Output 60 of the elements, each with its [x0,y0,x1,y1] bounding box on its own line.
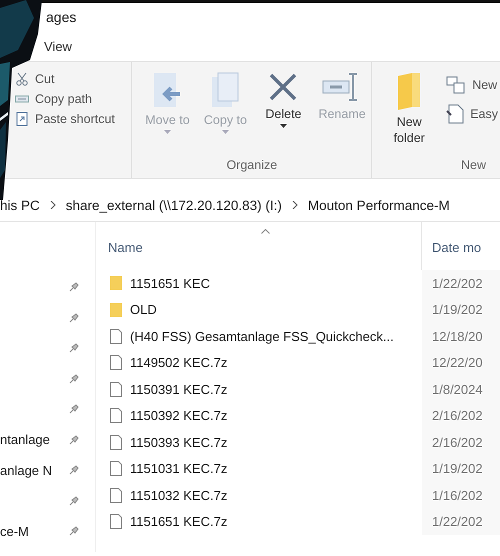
group-label: Organize [225,158,278,172]
sidebar-item[interactable]: ce-M [0,524,29,539]
chevron-icon [292,201,298,209]
ribbon-button[interactable]: Paste shortcut [13,112,132,126]
ribbon-button[interactable]: Cut [13,72,132,86]
chevron-icon [50,201,56,209]
window-title: ages [46,9,76,25]
folder-icon [110,276,122,290]
column-header[interactable]: Date mo [432,240,482,255]
date-cell: 1/22/202 [432,514,483,530]
file-name[interactable]: 1151032 KEC.7z [130,488,228,503]
move-icon [152,72,182,108]
date-cell: 2/16/202 [432,408,483,424]
date-cell: 1/19/202 [432,461,483,476]
ribbon-button[interactable]: Delete [254,70,312,136]
date-cell: 12/22/20 [432,355,483,370]
date-cell: 2/16/202 [432,434,483,450]
file-name[interactable]: 1151031 KEC.7z [130,461,228,476]
sidebar-item[interactable]: anlage N [0,462,52,478]
file-icon [110,328,122,344]
file-icon [110,514,122,530]
file-icon [110,408,122,424]
file-name[interactable]: (H40 FSS) Gesamtanlage FSS_Quickcheck... [130,328,394,344]
delete-icon [268,72,298,102]
group-label: New [460,158,486,172]
date-cell: 1/22/202 [432,276,483,291]
file-icon [110,461,122,476]
file-icon [110,355,122,370]
ribbon-button[interactable]: New folder [378,70,440,148]
date-cell: 1/19/202 [432,302,483,318]
file-name[interactable]: OLD [130,302,157,318]
breadcrumb[interactable]: his PC [0,198,40,212]
date-cell: 12/18/20 [432,328,483,344]
date-cell: 1/8/2024 [432,382,483,397]
document-icon [446,104,464,124]
breadcrumb[interactable]: Mouton Performance-M [308,198,450,212]
date-cell: 1/16/202 [432,488,483,503]
sidebar-item[interactable]: ntanlage [0,432,50,448]
folder-icon [396,72,422,110]
file-icon [110,434,122,450]
file-name[interactable]: 1150391 KEC.7z [130,382,228,397]
file-name[interactable]: 1151651 KEC.7z [130,514,228,530]
ribbon-tab[interactable]: View [36,34,80,58]
ribbon-button[interactable]: Easy [444,104,500,124]
new-item-icon [446,76,466,94]
file-name[interactable]: 1151651 KEC [130,276,210,291]
ribbon-button[interactable]: New [444,76,500,94]
file-name[interactable]: 1150392 KEC.7z [130,408,228,424]
shortcut-icon [15,112,29,126]
address-bar[interactable]: his PC share_external (\\172.20.120.83) (I:) Mouton Performance-M [0,189,500,222]
file-icon [110,382,122,397]
file-name[interactable]: 1149502 KEC.7z [130,355,228,370]
file-name[interactable]: 1150393 KEC.7z [130,434,228,450]
file-icon [110,488,122,503]
ribbon-button[interactable]: Copy path [13,92,132,106]
folder-icon [110,302,122,317]
copy-icon [210,72,240,108]
breadcrumb[interactable]: share_external (\\172.20.120.83) (I:) [66,198,282,212]
column-header[interactable]: Name [108,240,143,255]
scissors-icon [15,72,29,86]
